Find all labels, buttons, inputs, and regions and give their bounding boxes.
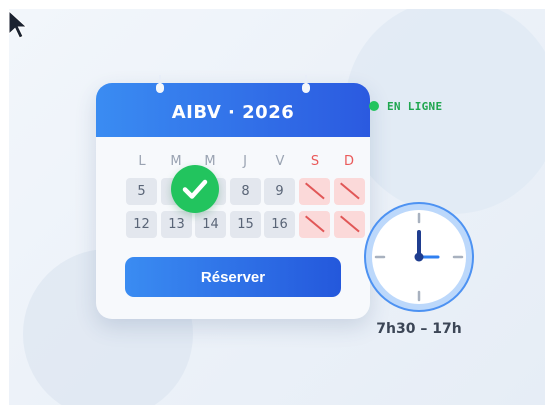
checkmark-icon	[182, 179, 208, 199]
calendar-day-closed	[334, 178, 365, 205]
mouse-pointer-icon	[8, 10, 28, 39]
calendar-day[interactable]: 8	[230, 178, 261, 205]
slash-icon	[340, 182, 360, 200]
calendar-day[interactable]: 9	[264, 178, 295, 205]
calendar-day-closed	[334, 211, 365, 238]
calendar-title: AIBV · 2026	[171, 102, 295, 123]
calendar-day[interactable]: 12	[126, 211, 157, 238]
weekday-label-weekend: S	[310, 154, 320, 169]
weekday-label: J	[243, 154, 247, 169]
calendar-day-closed	[299, 211, 330, 238]
slash-icon	[305, 182, 325, 200]
slash-icon	[305, 215, 325, 233]
selected-date-checkmark[interactable]	[171, 165, 219, 213]
status-label: EN LIGNE	[387, 99, 443, 113]
reserve-button[interactable]: Réserver	[125, 257, 341, 297]
binder-ring-icon	[302, 75, 310, 95]
calendar-day[interactable]: 15	[230, 211, 261, 238]
weekday-label: V	[275, 154, 285, 169]
binder-ring-icon	[156, 75, 164, 95]
slash-icon	[340, 215, 360, 233]
clock-icon	[364, 202, 474, 312]
calendar-header: AIBV · 2026	[96, 75, 370, 137]
calendar-day[interactable]: 14	[195, 211, 226, 238]
opening-hours: 7h30 – 17h	[376, 321, 462, 337]
online-status: EN LIGNE	[369, 99, 442, 113]
online-dot-icon	[369, 101, 379, 111]
weekday-label-weekend: D	[343, 154, 354, 169]
calendar-day-closed	[299, 178, 330, 205]
calendar-day[interactable]: 5	[126, 178, 157, 205]
calendar-day[interactable]: 16	[264, 211, 295, 238]
weekday-label: L	[138, 154, 146, 169]
calendar-day[interactable]: 13	[161, 211, 192, 238]
